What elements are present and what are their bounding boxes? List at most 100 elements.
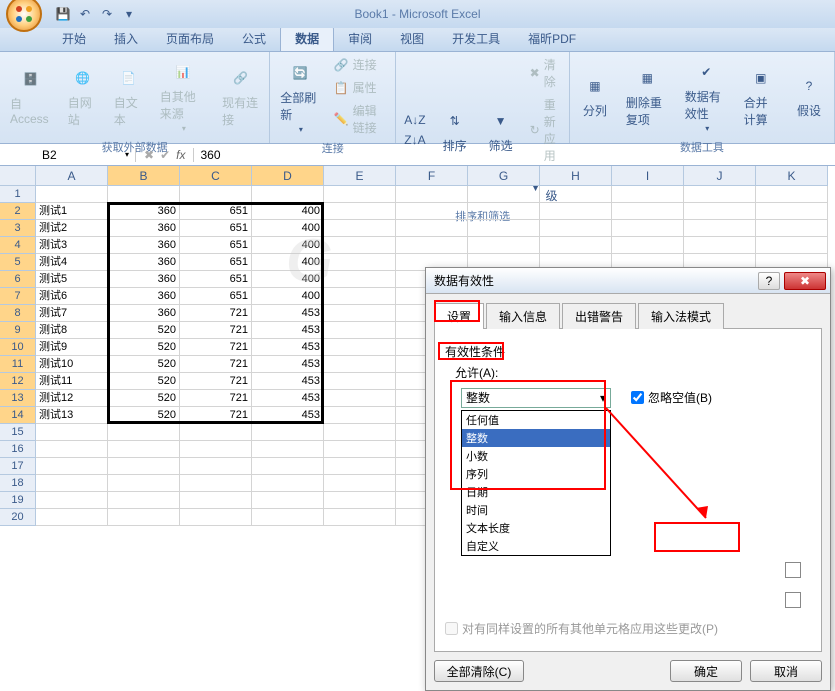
cell[interactable] — [756, 186, 828, 203]
row-header[interactable]: 9 — [0, 322, 36, 339]
cell[interactable] — [468, 220, 540, 237]
row-header[interactable]: 12 — [0, 373, 36, 390]
tab-view[interactable]: 视图 — [386, 26, 438, 51]
tab-home[interactable]: 开始 — [48, 26, 100, 51]
cell[interactable] — [468, 237, 540, 254]
cell[interactable]: 721 — [180, 322, 252, 339]
cell[interactable] — [324, 203, 396, 220]
tab-insert[interactable]: 插入 — [100, 26, 152, 51]
cell[interactable] — [612, 203, 684, 220]
ignore-blank-checkbox[interactable] — [631, 391, 644, 404]
dropdown-option[interactable]: 文本长度 — [462, 519, 610, 537]
existing-conn-button[interactable]: 🔗现有连接 — [216, 60, 265, 132]
cell[interactable]: 360 — [108, 288, 180, 305]
cell[interactable] — [108, 492, 180, 509]
clear-all-button[interactable]: 全部清除(C) — [434, 660, 524, 682]
consolidate-button[interactable]: ▣合并计算 — [738, 60, 784, 132]
cell[interactable]: 453 — [252, 373, 324, 390]
name-box[interactable]: B2▾ — [36, 148, 136, 162]
refresh-all-button[interactable]: 🔄全部刷新▾ — [274, 55, 325, 138]
cell[interactable] — [324, 322, 396, 339]
cell[interactable] — [396, 237, 468, 254]
row-header[interactable]: 5 — [0, 254, 36, 271]
row-header[interactable]: 6 — [0, 271, 36, 288]
cell[interactable]: 360 — [108, 203, 180, 220]
column-header[interactable]: I — [612, 166, 684, 186]
dropdown-option[interactable]: 整数 — [462, 429, 610, 447]
column-header[interactable]: E — [324, 166, 396, 186]
redo-icon[interactable]: ↷ — [98, 5, 116, 23]
row-header[interactable]: 14 — [0, 407, 36, 424]
cell[interactable]: 721 — [180, 407, 252, 424]
text-to-columns-button[interactable]: ▦分列 — [574, 68, 616, 123]
row-header[interactable]: 17 — [0, 458, 36, 475]
cell[interactable]: 400 — [252, 254, 324, 271]
cell[interactable] — [396, 203, 468, 220]
tab-pdf[interactable]: 福昕PDF — [514, 26, 590, 51]
from-other-button[interactable]: 📊自其他来源▾ — [154, 54, 212, 137]
cell[interactable] — [612, 220, 684, 237]
column-header[interactable]: J — [684, 166, 756, 186]
column-header[interactable]: C — [180, 166, 252, 186]
clear-filter-button[interactable]: ✖清除 — [526, 54, 565, 92]
cell[interactable] — [324, 254, 396, 271]
cell[interactable]: 453 — [252, 305, 324, 322]
cell[interactable]: 721 — [180, 305, 252, 322]
cell[interactable] — [756, 203, 828, 220]
whatif-button[interactable]: ?假设 — [788, 68, 830, 123]
allow-dropdown-list[interactable]: 任何值整数小数序列日期时间文本长度自定义 — [461, 410, 611, 556]
cell[interactable] — [324, 339, 396, 356]
cell[interactable]: 测试3 — [36, 237, 108, 254]
cell[interactable]: 测试13 — [36, 407, 108, 424]
cell[interactable] — [396, 186, 468, 203]
cell[interactable]: 测试2 — [36, 220, 108, 237]
qat-more-icon[interactable]: ▾ — [120, 5, 138, 23]
properties-button[interactable]: 📋属性 — [330, 77, 392, 98]
cell[interactable] — [324, 407, 396, 424]
cell[interactable] — [468, 186, 540, 203]
from-web-button[interactable]: 🌐自网站 — [62, 60, 104, 132]
cancel-button[interactable]: 取消 — [750, 660, 822, 682]
dropdown-option[interactable]: 序列 — [462, 465, 610, 483]
column-header[interactable]: H — [540, 166, 612, 186]
cell[interactable] — [540, 203, 612, 220]
cell[interactable] — [396, 220, 468, 237]
dialog-titlebar[interactable]: 数据有效性 ? ✖ — [426, 268, 830, 294]
cell[interactable] — [108, 441, 180, 458]
row-header[interactable]: 20 — [0, 509, 36, 526]
cell[interactable]: 520 — [108, 339, 180, 356]
cell[interactable] — [324, 186, 396, 203]
dropdown-option[interactable]: 日期 — [462, 483, 610, 501]
row-header[interactable]: 4 — [0, 237, 36, 254]
cell[interactable] — [540, 186, 612, 203]
tab-data[interactable]: 数据 — [280, 25, 334, 51]
cell[interactable] — [252, 509, 324, 526]
cell[interactable]: 651 — [180, 237, 252, 254]
row-header[interactable]: 11 — [0, 356, 36, 373]
cell[interactable] — [252, 186, 324, 203]
cell[interactable] — [108, 186, 180, 203]
cell[interactable]: 400 — [252, 220, 324, 237]
row-header[interactable]: 10 — [0, 339, 36, 356]
cell[interactable] — [540, 237, 612, 254]
cell[interactable] — [252, 424, 324, 441]
cell[interactable] — [36, 492, 108, 509]
cell[interactable] — [612, 237, 684, 254]
cell[interactable] — [324, 424, 396, 441]
cell[interactable] — [324, 271, 396, 288]
cell[interactable]: 520 — [108, 390, 180, 407]
reapply-button[interactable]: ↻重新应用 — [526, 94, 565, 166]
cell[interactable] — [36, 475, 108, 492]
cell[interactable] — [36, 186, 108, 203]
edit-links-button[interactable]: ✏️编辑链接 — [330, 100, 392, 138]
cell[interactable] — [36, 441, 108, 458]
cell[interactable]: 453 — [252, 322, 324, 339]
cell[interactable]: 721 — [180, 356, 252, 373]
cell[interactable] — [468, 203, 540, 220]
from-access-button[interactable]: 🗄️自 Access — [4, 61, 58, 130]
cell[interactable]: 721 — [180, 373, 252, 390]
row-header[interactable]: 19 — [0, 492, 36, 509]
cell[interactable] — [108, 424, 180, 441]
tab-layout[interactable]: 页面布局 — [152, 26, 228, 51]
dialog-tab-error[interactable]: 出错警告 — [562, 303, 636, 329]
